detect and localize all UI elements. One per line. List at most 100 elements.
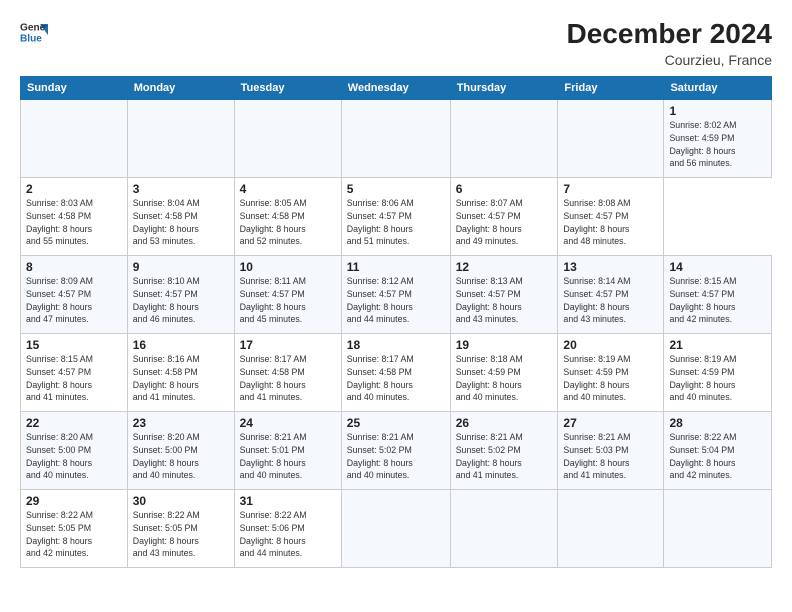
calendar-week-row: 8Sunrise: 8:09 AMSunset: 4:57 PMDaylight… — [21, 256, 772, 334]
day-number: 15 — [26, 338, 122, 352]
table-row: 9Sunrise: 8:10 AMSunset: 4:57 PMDaylight… — [127, 256, 234, 334]
day-info: Sunrise: 8:21 AMSunset: 5:02 PMDaylight:… — [456, 431, 553, 482]
day-info: Sunrise: 8:16 AMSunset: 4:58 PMDaylight:… — [133, 353, 229, 404]
day-number: 21 — [669, 338, 766, 352]
calendar-week-row: 1Sunrise: 8:02 AMSunset: 4:59 PMDaylight… — [21, 100, 772, 178]
day-info: Sunrise: 8:17 AMSunset: 4:58 PMDaylight:… — [347, 353, 445, 404]
day-number: 8 — [26, 260, 122, 274]
day-info: Sunrise: 8:07 AMSunset: 4:57 PMDaylight:… — [456, 197, 553, 248]
table-row — [450, 100, 558, 178]
table-row: 8Sunrise: 8:09 AMSunset: 4:57 PMDaylight… — [21, 256, 128, 334]
day-info: Sunrise: 8:10 AMSunset: 4:57 PMDaylight:… — [133, 275, 229, 326]
day-info: Sunrise: 8:21 AMSunset: 5:03 PMDaylight:… — [563, 431, 658, 482]
day-info: Sunrise: 8:13 AMSunset: 4:57 PMDaylight:… — [456, 275, 553, 326]
calendar-header-row: Sunday Monday Tuesday Wednesday Thursday… — [21, 77, 772, 100]
svg-text:Blue: Blue — [20, 33, 42, 44]
table-row: 18Sunrise: 8:17 AMSunset: 4:58 PMDayligh… — [341, 334, 450, 412]
table-row: 15Sunrise: 8:15 AMSunset: 4:57 PMDayligh… — [21, 334, 128, 412]
table-row: 27Sunrise: 8:21 AMSunset: 5:03 PMDayligh… — [558, 412, 664, 490]
day-number: 22 — [26, 416, 122, 430]
day-info: Sunrise: 8:21 AMSunset: 5:02 PMDaylight:… — [347, 431, 445, 482]
calendar-table: Sunday Monday Tuesday Wednesday Thursday… — [20, 76, 772, 568]
col-sunday: Sunday — [21, 77, 128, 100]
day-info: Sunrise: 8:08 AMSunset: 4:57 PMDaylight:… — [563, 197, 658, 248]
day-info: Sunrise: 8:15 AMSunset: 4:57 PMDaylight:… — [669, 275, 766, 326]
day-number: 16 — [133, 338, 229, 352]
col-friday: Friday — [558, 77, 664, 100]
col-thursday: Thursday — [450, 77, 558, 100]
table-row: 22Sunrise: 8:20 AMSunset: 5:00 PMDayligh… — [21, 412, 128, 490]
day-info: Sunrise: 8:19 AMSunset: 4:59 PMDaylight:… — [669, 353, 766, 404]
title-block: December 2024 Courzieu, France — [567, 18, 772, 68]
day-info: Sunrise: 8:14 AMSunset: 4:57 PMDaylight:… — [563, 275, 658, 326]
calendar-week-row: 22Sunrise: 8:20 AMSunset: 5:00 PMDayligh… — [21, 412, 772, 490]
logo: General Blue — [20, 18, 48, 46]
main-title: December 2024 — [567, 18, 772, 50]
day-number: 17 — [240, 338, 336, 352]
table-row — [558, 490, 664, 568]
day-number: 26 — [456, 416, 553, 430]
day-number: 1 — [669, 104, 766, 118]
day-info: Sunrise: 8:02 AMSunset: 4:59 PMDaylight:… — [669, 119, 766, 170]
table-row: 24Sunrise: 8:21 AMSunset: 5:01 PMDayligh… — [234, 412, 341, 490]
day-number: 13 — [563, 260, 658, 274]
day-info: Sunrise: 8:06 AMSunset: 4:57 PMDaylight:… — [347, 197, 445, 248]
table-row — [21, 100, 128, 178]
table-row: 13Sunrise: 8:14 AMSunset: 4:57 PMDayligh… — [558, 256, 664, 334]
table-row: 1Sunrise: 8:02 AMSunset: 4:59 PMDaylight… — [664, 100, 772, 178]
table-row: 14Sunrise: 8:15 AMSunset: 4:57 PMDayligh… — [664, 256, 772, 334]
day-number: 11 — [347, 260, 445, 274]
table-row — [341, 100, 450, 178]
day-info: Sunrise: 8:20 AMSunset: 5:00 PMDaylight:… — [133, 431, 229, 482]
day-info: Sunrise: 8:22 AMSunset: 5:05 PMDaylight:… — [26, 509, 122, 560]
day-info: Sunrise: 8:19 AMSunset: 4:59 PMDaylight:… — [563, 353, 658, 404]
day-info: Sunrise: 8:03 AMSunset: 4:58 PMDaylight:… — [26, 197, 122, 248]
day-number: 27 — [563, 416, 658, 430]
table-row: 12Sunrise: 8:13 AMSunset: 4:57 PMDayligh… — [450, 256, 558, 334]
day-number: 7 — [563, 182, 658, 196]
day-info: Sunrise: 8:12 AMSunset: 4:57 PMDaylight:… — [347, 275, 445, 326]
calendar-week-row: 2Sunrise: 8:03 AMSunset: 4:58 PMDaylight… — [21, 178, 772, 256]
day-info: Sunrise: 8:18 AMSunset: 4:59 PMDaylight:… — [456, 353, 553, 404]
table-row: 28Sunrise: 8:22 AMSunset: 5:04 PMDayligh… — [664, 412, 772, 490]
subtitle: Courzieu, France — [567, 52, 772, 68]
table-row: 16Sunrise: 8:16 AMSunset: 4:58 PMDayligh… — [127, 334, 234, 412]
day-info: Sunrise: 8:05 AMSunset: 4:58 PMDaylight:… — [240, 197, 336, 248]
table-row: 23Sunrise: 8:20 AMSunset: 5:00 PMDayligh… — [127, 412, 234, 490]
day-info: Sunrise: 8:20 AMSunset: 5:00 PMDaylight:… — [26, 431, 122, 482]
col-tuesday: Tuesday — [234, 77, 341, 100]
table-row: 21Sunrise: 8:19 AMSunset: 4:59 PMDayligh… — [664, 334, 772, 412]
calendar-page: General Blue December 2024 Courzieu, Fra… — [0, 0, 792, 612]
table-row: 2Sunrise: 8:03 AMSunset: 4:58 PMDaylight… — [21, 178, 128, 256]
col-wednesday: Wednesday — [341, 77, 450, 100]
day-info: Sunrise: 8:09 AMSunset: 4:57 PMDaylight:… — [26, 275, 122, 326]
table-row — [341, 490, 450, 568]
day-info: Sunrise: 8:04 AMSunset: 4:58 PMDaylight:… — [133, 197, 229, 248]
day-number: 23 — [133, 416, 229, 430]
day-info: Sunrise: 8:17 AMSunset: 4:58 PMDaylight:… — [240, 353, 336, 404]
day-number: 12 — [456, 260, 553, 274]
day-info: Sunrise: 8:21 AMSunset: 5:01 PMDaylight:… — [240, 431, 336, 482]
table-row: 31Sunrise: 8:22 AMSunset: 5:06 PMDayligh… — [234, 490, 341, 568]
table-row: 17Sunrise: 8:17 AMSunset: 4:58 PMDayligh… — [234, 334, 341, 412]
table-row: 25Sunrise: 8:21 AMSunset: 5:02 PMDayligh… — [341, 412, 450, 490]
col-monday: Monday — [127, 77, 234, 100]
table-row: 10Sunrise: 8:11 AMSunset: 4:57 PMDayligh… — [234, 256, 341, 334]
table-row: 4Sunrise: 8:05 AMSunset: 4:58 PMDaylight… — [234, 178, 341, 256]
col-saturday: Saturday — [664, 77, 772, 100]
day-number: 24 — [240, 416, 336, 430]
day-number: 6 — [456, 182, 553, 196]
table-row: 20Sunrise: 8:19 AMSunset: 4:59 PMDayligh… — [558, 334, 664, 412]
table-row: 6Sunrise: 8:07 AMSunset: 4:57 PMDaylight… — [450, 178, 558, 256]
table-row: 11Sunrise: 8:12 AMSunset: 4:57 PMDayligh… — [341, 256, 450, 334]
table-row — [664, 490, 772, 568]
day-number: 19 — [456, 338, 553, 352]
day-number: 25 — [347, 416, 445, 430]
day-info: Sunrise: 8:22 AMSunset: 5:04 PMDaylight:… — [669, 431, 766, 482]
table-row: 5Sunrise: 8:06 AMSunset: 4:57 PMDaylight… — [341, 178, 450, 256]
table-row — [450, 490, 558, 568]
day-number: 2 — [26, 182, 122, 196]
day-number: 28 — [669, 416, 766, 430]
day-number: 4 — [240, 182, 336, 196]
day-number: 31 — [240, 494, 336, 508]
